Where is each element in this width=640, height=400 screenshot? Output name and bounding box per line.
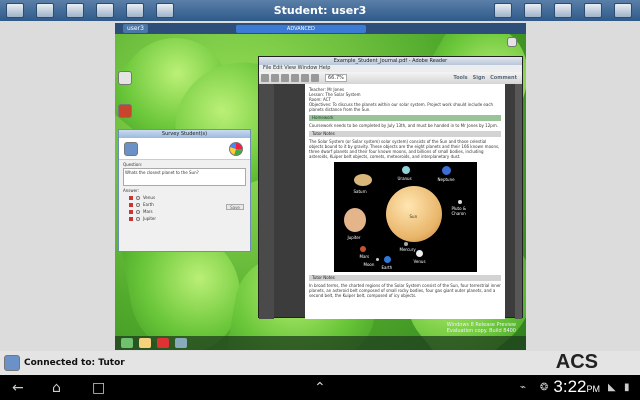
planet-label: Uranus — [397, 176, 412, 181]
save-button[interactable]: Save — [226, 204, 244, 210]
session-tab[interactable]: user3 — [123, 24, 148, 33]
question-label: Question: — [123, 162, 143, 167]
remote-top-bar: user3 ADVANCED — [115, 23, 526, 34]
question-field[interactable]: Whats the closest planet to the Sun? — [123, 168, 246, 186]
chevron-up-icon[interactable]: ⌃ — [314, 380, 326, 396]
user-icon[interactable] — [494, 3, 512, 18]
android-navbar: ← ⌂ □ ⌃ ⌁ ❂ 3:22PM ◣ ▮ — [0, 375, 640, 400]
flag-icon — [129, 209, 133, 214]
answer-label: Answer: — [123, 188, 140, 193]
top-toolbar: Student: user3 — [0, 0, 640, 21]
zoom-field[interactable]: 66.7% — [325, 74, 347, 82]
planet-label: Venus — [413, 259, 426, 264]
home-nav-icon[interactable]: ⌂ — [52, 380, 61, 396]
pdf-reader-window: Example_Student_Journal.pdf - Adobe Read… — [258, 56, 523, 319]
answer-option[interactable]: Jupiter — [129, 215, 250, 222]
remote-stage: user3 ADVANCED Example_Student_Journal.p… — [0, 21, 640, 351]
section-text: In broad terms, the charted regions of t… — [309, 283, 501, 298]
planet-label: Neptune — [437, 177, 455, 182]
planet-label: Earth — [381, 265, 393, 270]
watermark-line: Evaluation copy. Build 8400 — [446, 328, 516, 334]
pie-chart-icon[interactable] — [229, 142, 243, 156]
windows-taskbar — [115, 336, 526, 350]
calendar-icon[interactable] — [554, 3, 572, 18]
radio-button[interactable] — [136, 202, 140, 207]
gear-icon[interactable] — [584, 3, 602, 18]
survey-header — [119, 138, 250, 160]
comment-button[interactable]: Comment — [490, 75, 517, 81]
connection-status: Connected to: Tutor — [24, 358, 125, 368]
reader-toolbar: 66.7% Tools Sign Comment — [259, 72, 522, 84]
print-icon[interactable] — [271, 74, 279, 82]
recent-apps-icon[interactable]: □ — [92, 380, 105, 396]
wifi-icon: ◣ — [608, 382, 616, 393]
planet-label: Pluto & Charon — [451, 206, 466, 216]
planet-label: Saturn — [353, 189, 367, 194]
survey-window: Survey Student(s) Question: Whats the cl… — [118, 129, 251, 252]
email-icon[interactable] — [291, 74, 299, 82]
save-icon[interactable] — [281, 74, 289, 82]
open-icon[interactable] — [261, 74, 269, 82]
flag-icon — [129, 202, 133, 207]
radio-button[interactable] — [136, 195, 140, 200]
doc-line: Objectives: To discuss the planets withi… — [309, 102, 494, 112]
reader-menu[interactable]: File Edit View Window Help — [259, 65, 522, 72]
reader-side-panel[interactable] — [259, 84, 274, 319]
planet-label: Mars — [359, 254, 370, 259]
solar-system-image: Saturn Uranus Neptune Jupiter Sun Pluto … — [333, 162, 477, 272]
flag-icon — [129, 195, 133, 200]
reader-title: Example_Student_Journal.pdf - Adobe Read… — [259, 57, 522, 65]
prev-page-icon[interactable] — [301, 74, 309, 82]
planet-label: Sun — [409, 214, 418, 219]
windows-watermark: Windows 8 Release Preview Evaluation cop… — [447, 322, 516, 334]
section-text: The Solar System (or Solar system) solar… — [309, 139, 500, 159]
back-icon[interactable]: ← — [12, 380, 24, 396]
section-heading: Tutor Notes — [309, 131, 501, 137]
answer-option[interactable]: Venus — [129, 194, 250, 201]
radio-button[interactable] — [136, 209, 140, 214]
explorer-icon[interactable] — [139, 338, 151, 348]
usb-icon: ⌁ — [520, 382, 527, 393]
radio-button[interactable] — [136, 216, 140, 221]
tools-button[interactable]: Tools — [453, 75, 467, 81]
more-icon[interactable] — [614, 3, 632, 18]
section-heading: Tutor Notes — [309, 275, 501, 281]
grid-icon[interactable] — [524, 3, 542, 18]
section-heading: Homework — [309, 115, 501, 121]
acs-logo: ACS — [555, 351, 598, 373]
pdf-page: Teacher: Mr Jones Lesson: The Solar Syst… — [305, 84, 505, 319]
app-shortcut-icon[interactable] — [118, 104, 132, 118]
start-icon[interactable] — [121, 338, 133, 348]
app-icon[interactable] — [175, 338, 187, 348]
reader-scrollbar[interactable] — [515, 84, 522, 319]
planet-label: Mercury — [399, 247, 416, 252]
planet-label: Jupiter — [347, 235, 361, 240]
student-avatar-icon — [124, 142, 138, 156]
remote-desktop[interactable]: user3 ADVANCED Example_Student_Journal.p… — [115, 23, 526, 350]
desktop-corner-icon[interactable] — [507, 37, 517, 47]
section-text: Coursework needs to be completed by July… — [309, 123, 498, 128]
next-page-icon[interactable] — [311, 74, 319, 82]
flag-icon — [129, 216, 133, 221]
tutor-avatar-icon — [4, 355, 20, 371]
sign-button[interactable]: Sign — [473, 75, 485, 81]
recycle-bin-icon[interactable] — [118, 71, 132, 85]
connection-bar: ADVANCED — [235, 24, 366, 33]
top-right-icons — [488, 3, 638, 18]
battery-icon: ▮ — [624, 382, 630, 393]
clock: 3:22PM — [553, 377, 600, 396]
android-icon: ❂ — [540, 382, 549, 393]
planet-label: Moon — [363, 262, 375, 267]
acrobat-icon[interactable] — [157, 338, 169, 348]
status-bar: Connected to: Tutor ACS — [0, 351, 640, 375]
survey-title: Survey Student(s) — [119, 130, 250, 138]
